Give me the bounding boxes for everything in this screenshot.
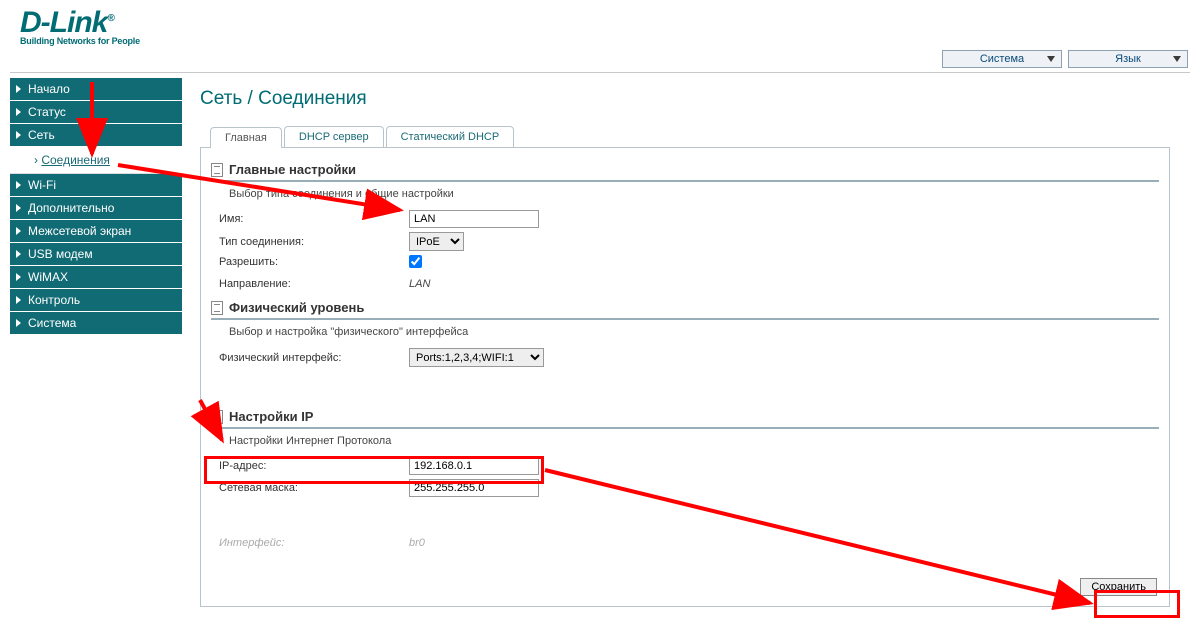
- sidebar-subitem-connections[interactable]: › Соединения: [10, 147, 182, 174]
- row-type: Тип соединения: IPoE: [211, 232, 1159, 251]
- row-direction: Направление: LAN: [211, 278, 1159, 290]
- sidebar-item-status[interactable]: Статус: [10, 101, 182, 124]
- label-type: Тип соединения:: [219, 236, 409, 248]
- section-caption: Выбор типа соединения и общие настройки: [229, 188, 1159, 200]
- bullet-icon: [16, 181, 21, 189]
- brand-tagline: Building Networks for People: [20, 36, 140, 46]
- main-content: Сеть / Соединения Главная DHCP сервер Ст…: [200, 88, 1188, 626]
- system-dropdown-label: Система: [980, 53, 1024, 65]
- sidebar-item-label: WiMAX: [28, 270, 68, 284]
- sidebar-item-system[interactable]: Система: [10, 312, 182, 335]
- tabs: Главная DHCP сервер Статический DHCP: [210, 126, 1188, 147]
- sidebar-item-additional[interactable]: Дополнительно: [10, 197, 182, 220]
- sidebar-item-label: Начало: [28, 82, 70, 96]
- label-name: Имя:: [219, 213, 409, 225]
- bullet-icon: [16, 296, 21, 304]
- sidebar-item-label: Статус: [28, 105, 66, 119]
- label-mask: Сетевая маска:: [219, 482, 409, 494]
- section-title: Физический уровень: [229, 300, 364, 315]
- input-ip[interactable]: [409, 457, 539, 475]
- sidebar-item-label: Дополнительно: [28, 201, 114, 215]
- document-icon: [211, 163, 223, 177]
- row-interface: Интерфейс: br0: [211, 537, 1159, 549]
- row-mask: Сетевая маска:: [211, 479, 1159, 497]
- document-icon: [211, 301, 223, 315]
- sidebar-item-label: Контроль: [28, 293, 80, 307]
- checkbox-allow[interactable]: [409, 255, 422, 268]
- system-dropdown[interactable]: Система: [942, 50, 1062, 68]
- sidebar-item-control[interactable]: Контроль: [10, 289, 182, 312]
- row-allow: Разрешить:: [211, 255, 1159, 268]
- chevron-down-icon: [1047, 56, 1055, 62]
- sidebar-item-label: Wi-Fi: [28, 178, 56, 192]
- bullet-icon: [16, 250, 21, 258]
- select-type[interactable]: IPoE: [409, 232, 464, 251]
- tab-main[interactable]: Главная: [210, 127, 282, 148]
- label-direction: Направление:: [219, 278, 409, 290]
- page-title: Сеть / Соединения: [200, 88, 1188, 110]
- value-interface: br0: [409, 537, 425, 549]
- chevron-down-icon: [1173, 56, 1181, 62]
- sidebar-item-wifi[interactable]: Wi-Fi: [10, 174, 182, 197]
- sidebar: Начало Статус Сеть › Соединения Wi-Fi До…: [10, 78, 182, 335]
- section-title: Главные настройки: [229, 162, 356, 177]
- sidebar-item-firewall[interactable]: Межсетевой экран: [10, 220, 182, 243]
- input-mask[interactable]: [409, 479, 539, 497]
- label-physical-interface: Физический интерфейс:: [219, 352, 409, 364]
- section-physical-head: Физический уровень: [211, 298, 1159, 320]
- sidebar-subitem-label: Соединения: [41, 153, 110, 167]
- sidebar-item-start[interactable]: Начало: [10, 78, 182, 101]
- section-caption: Выбор и настройка "физического" интерфей…: [229, 326, 1159, 338]
- row-physical-interface: Физический интерфейс: Ports:1,2,3,4;WIFI…: [211, 348, 1159, 367]
- tab-label: Главная: [225, 132, 267, 144]
- bullet-icon: [16, 85, 21, 93]
- bullet-icon: [16, 108, 21, 116]
- tab-label: Статический DHCP: [401, 131, 500, 143]
- tab-label: DHCP сервер: [299, 131, 369, 143]
- bullet-icon: [16, 273, 21, 281]
- save-button-label: Сохранить: [1091, 581, 1146, 593]
- sidebar-item-usbmodem[interactable]: USB модем: [10, 243, 182, 266]
- input-name[interactable]: [409, 210, 539, 228]
- save-button[interactable]: Сохранить: [1080, 578, 1157, 596]
- label-ip: IP-адрес:: [219, 460, 409, 472]
- section-caption: Настройки Интернет Протокола: [229, 435, 1159, 447]
- content-panel: Главные настройки Выбор типа соединения …: [200, 147, 1170, 607]
- document-icon: [211, 410, 223, 424]
- row-name: Имя:: [211, 210, 1159, 228]
- section-title: Настройки IP: [229, 409, 313, 424]
- select-physical-interface[interactable]: Ports:1,2,3,4;WIFI:1: [409, 348, 544, 367]
- tab-dhcp-server[interactable]: DHCP сервер: [284, 126, 384, 147]
- label-allow: Разрешить:: [219, 256, 409, 268]
- section-general-head: Главные настройки: [211, 160, 1159, 182]
- sidebar-item-label: Сеть: [28, 128, 55, 142]
- tab-static-dhcp[interactable]: Статический DHCP: [386, 126, 515, 147]
- section-ip-head: Настройки IP: [211, 407, 1159, 429]
- bullet-icon: [16, 319, 21, 327]
- language-dropdown-label: Язык: [1115, 53, 1141, 65]
- sidebar-item-label: Система: [28, 316, 76, 330]
- sidebar-item-label: Межсетевой экран: [28, 224, 131, 238]
- bullet-icon: [16, 227, 21, 235]
- value-direction: LAN: [409, 278, 430, 290]
- label-interface: Интерфейс:: [219, 537, 409, 549]
- language-dropdown[interactable]: Язык: [1068, 50, 1188, 68]
- brand-logo: D-Link® Building Networks for People: [20, 8, 140, 46]
- sidebar-item-label: USB модем: [28, 247, 93, 261]
- bullet-icon: [16, 131, 21, 139]
- brand-name: D-Link®: [20, 8, 140, 38]
- row-ip: IP-адрес:: [211, 457, 1159, 475]
- bullet-icon: [16, 204, 21, 212]
- sidebar-item-network[interactable]: Сеть: [10, 124, 182, 147]
- divider: [10, 72, 1190, 73]
- sidebar-item-wimax[interactable]: WiMAX: [10, 266, 182, 289]
